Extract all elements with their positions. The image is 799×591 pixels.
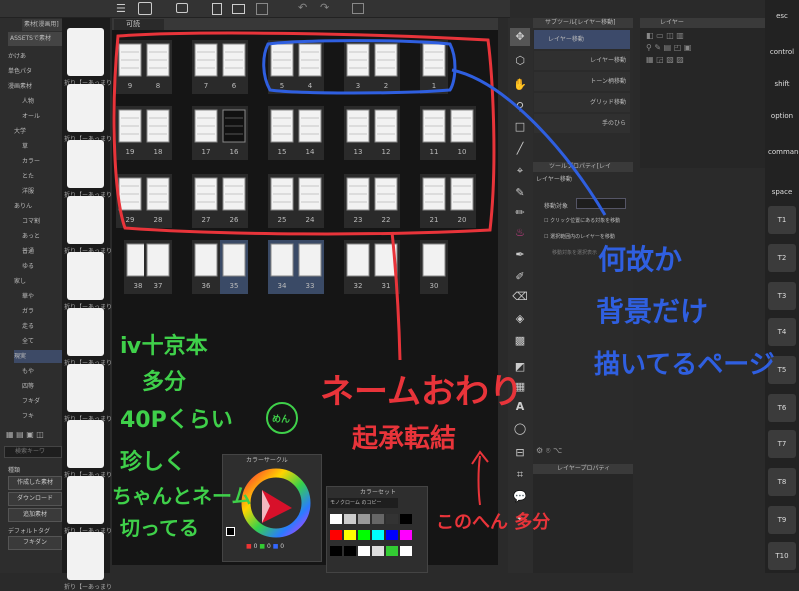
red-outline: [112, 31, 496, 236]
blue-pointer-line: [451, 68, 607, 216]
blue-note-line-1: 何故か: [598, 243, 683, 276]
blue-note-line-2: 背景だけ: [596, 295, 709, 328]
red-pointer-line: [390, 231, 402, 361]
blue-note-line-3: 描いてるページ: [594, 350, 775, 380]
green-note-line-3: 40Pくらい: [120, 408, 233, 433]
green-note-line-4: 珍しく: [120, 450, 187, 475]
green-note-line-6: 切ってる: [120, 516, 199, 540]
material-thumbnail-label: 折り【ーあっまり: [64, 584, 113, 591]
green-face-text: めん: [272, 415, 291, 425]
red-arrow: [471, 450, 489, 506]
red-note-main: ネームおわり: [320, 372, 523, 412]
blue-outline: [262, 39, 457, 95]
green-note-line-5: ちゃんとネーム: [112, 484, 252, 508]
green-note-line-1: ⅳ十京本: [120, 334, 208, 359]
red-note-small: このへん 多分: [436, 512, 551, 533]
red-note-sub: 起承転結: [352, 424, 457, 454]
green-note-line-2: 多分: [142, 370, 187, 395]
